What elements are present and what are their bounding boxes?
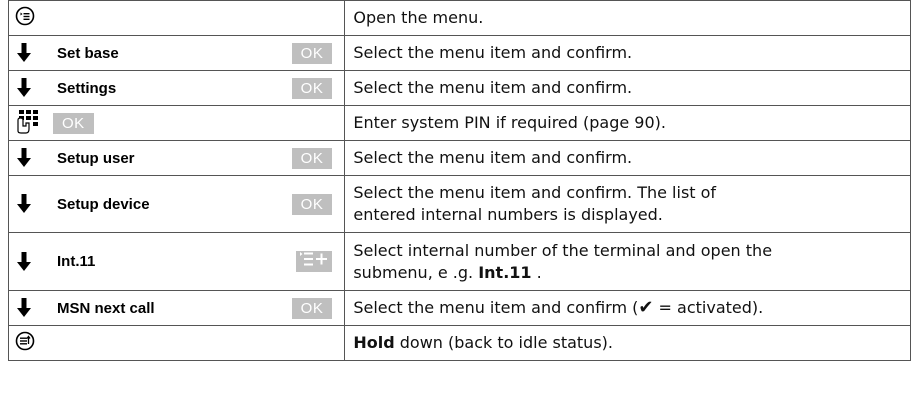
step-description: Select the menu item and confirm. The li… bbox=[344, 175, 911, 233]
step-control-cell: Int.11 bbox=[7, 232, 346, 291]
table-row: Setup device OK Select the menu item and… bbox=[7, 175, 911, 233]
step-control-cell bbox=[7, 0, 346, 36]
checkmark-icon: ✔ bbox=[638, 297, 654, 318]
step-description: Enter system PIN if required (page 90). bbox=[344, 105, 911, 141]
description-text: submenu, e .g. bbox=[353, 262, 479, 282]
arrow-down-icon bbox=[15, 42, 33, 64]
table-row: MSN next call OK Select the menu item an… bbox=[7, 290, 911, 326]
step-control-cell: Setup device OK bbox=[7, 175, 346, 233]
step-description: Open the menu. bbox=[344, 0, 911, 36]
instruction-table-wrapper: Open the menu. Set base OK Select the me… bbox=[7, 0, 911, 361]
description-text: down (back to idle status). bbox=[394, 333, 613, 352]
description-line: Select internal number of the terminal a… bbox=[353, 240, 773, 260]
description-line: Select the menu item and confirm. The li… bbox=[353, 183, 717, 202]
step-description: Hold down (back to idle status). bbox=[344, 325, 911, 361]
step-description: Select the menu item and confirm. bbox=[344, 140, 911, 176]
step-control-cell: Settings OK bbox=[7, 70, 346, 106]
submenu-open-icon bbox=[299, 251, 329, 272]
table-row: Settings OK Select the menu item and con… bbox=[7, 70, 911, 106]
step-control-cell: OK bbox=[7, 105, 346, 141]
end-call-key-icon bbox=[15, 331, 35, 356]
menu-key-icon bbox=[15, 6, 35, 31]
description-text: Select the menu item and confirm ( bbox=[353, 298, 639, 317]
step-control-cell: Set base OK bbox=[7, 35, 346, 71]
ok-softkey[interactable]: OK bbox=[291, 193, 333, 215]
ok-softkey[interactable]: OK bbox=[291, 147, 333, 169]
table-row: Set base OK Select the menu item and con… bbox=[7, 35, 911, 71]
arrow-down-icon bbox=[15, 77, 33, 99]
step-description: Select the menu item and confirm. bbox=[344, 35, 911, 71]
menu-item-label: Set base bbox=[57, 44, 119, 62]
table-row: Int.11 Select internal number of the ter… bbox=[7, 232, 911, 291]
menu-item-label: MSN next call bbox=[57, 299, 155, 317]
description-text: = activated). bbox=[653, 298, 764, 317]
submenu-softkey[interactable] bbox=[296, 251, 333, 272]
arrow-down-icon bbox=[15, 251, 33, 273]
ok-softkey[interactable]: OK bbox=[291, 42, 333, 64]
step-control-cell bbox=[7, 325, 346, 361]
description-line: entered internal numbers is displayed. bbox=[353, 205, 663, 224]
step-description: Select internal number of the terminal a… bbox=[344, 232, 911, 291]
description-text: . bbox=[531, 262, 542, 282]
step-description: Select the menu item and confirm (✔ = ac… bbox=[344, 290, 911, 326]
step-control-cell: MSN next call OK bbox=[7, 290, 346, 326]
keypad-icon bbox=[15, 108, 41, 139]
description-bold-text: Hold bbox=[353, 333, 395, 352]
menu-item-label: Settings bbox=[57, 79, 117, 97]
ok-softkey[interactable]: OK bbox=[291, 297, 333, 319]
table-row: Setup user OK Select the menu item and c… bbox=[7, 140, 911, 176]
ok-softkey[interactable]: OK bbox=[53, 112, 94, 134]
instruction-table: Open the menu. Set base OK Select the me… bbox=[7, 0, 911, 361]
arrow-down-icon bbox=[15, 297, 33, 319]
arrow-down-icon bbox=[15, 193, 33, 215]
step-control-cell: Setup user OK bbox=[7, 140, 346, 176]
ok-softkey[interactable]: OK bbox=[291, 77, 333, 99]
description-bold-text: Int.11 bbox=[478, 262, 532, 282]
table-row: OK Enter system PIN if required (page 90… bbox=[7, 105, 911, 141]
table-row: Hold down (back to idle status). bbox=[7, 325, 911, 361]
menu-item-label: Setup user bbox=[57, 149, 135, 167]
menu-item-label: Setup device bbox=[57, 195, 150, 213]
menu-item-label: Int.11 bbox=[57, 253, 96, 270]
step-description: Select the menu item and confirm. bbox=[344, 70, 911, 106]
table-row: Open the menu. bbox=[7, 0, 911, 36]
arrow-down-icon bbox=[15, 147, 33, 169]
